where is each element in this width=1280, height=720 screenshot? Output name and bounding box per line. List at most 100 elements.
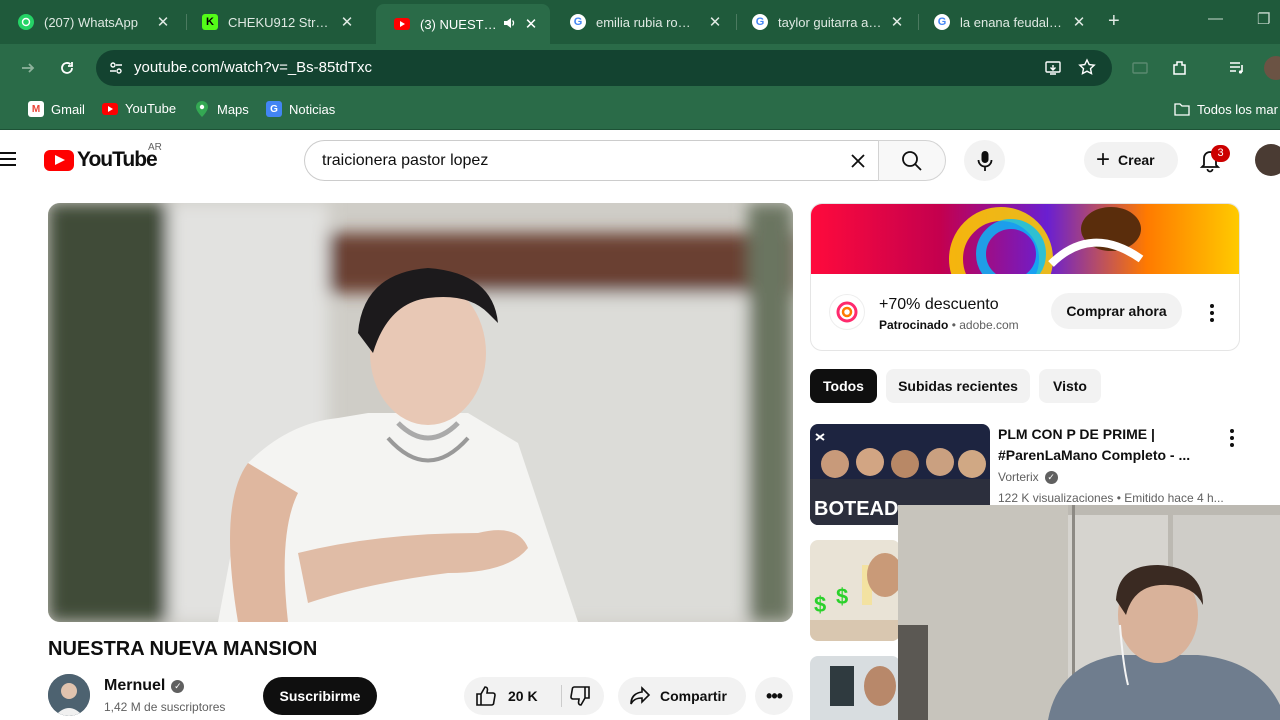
tab-whatsapp[interactable]: (207) WhatsApp ✕	[0, 6, 182, 38]
whatsapp-icon	[18, 14, 34, 30]
recommended-video[interactable]	[810, 656, 900, 720]
tab-title: CHEKU912 Stream	[228, 14, 332, 30]
ad-more-icon[interactable]	[1210, 304, 1214, 325]
close-icon[interactable]: ✕	[154, 13, 172, 31]
bookmark-label: Maps	[217, 101, 249, 117]
ad-domain: adobe.com	[959, 318, 1019, 332]
more-actions-button[interactable]: •••	[755, 677, 793, 715]
chip-visto[interactable]: Visto	[1039, 369, 1101, 403]
create-label: Crear	[1118, 152, 1155, 168]
create-button[interactable]: + Crear	[1084, 142, 1178, 178]
clear-search-icon[interactable]	[844, 147, 872, 175]
account-avatar[interactable]	[1255, 144, 1280, 176]
verified-icon: ✓	[171, 679, 185, 693]
new-tab-button[interactable]: +	[1108, 10, 1120, 33]
chip-subidas-recientes[interactable]: Subidas recientes	[886, 369, 1030, 403]
share-button[interactable]: Compartir	[618, 677, 746, 715]
thumbs-down-icon	[570, 686, 590, 706]
sponsored-label: Patrocinado	[879, 318, 949, 332]
tab-google-emilia[interactable]: G emilia rubia romba ✕	[552, 6, 734, 38]
share-label: Compartir	[660, 688, 727, 704]
forward-icon[interactable]	[16, 56, 40, 80]
reload-icon[interactable]	[55, 56, 79, 80]
plus-icon: +	[1096, 146, 1111, 173]
close-icon[interactable]: ✕	[706, 13, 724, 31]
close-icon[interactable]: ✕	[1070, 13, 1088, 31]
tab-youtube-active[interactable]: (3) NUESTRA N ✕	[376, 4, 550, 44]
search-input[interactable]: traicionera pastor lopez	[304, 140, 878, 181]
search-button[interactable]	[878, 140, 946, 181]
google-icon: G	[570, 14, 586, 30]
browser-toolbar: youtube.com/watch?v=_Bs-85tdTxc	[0, 44, 1280, 92]
tab-kick-stream[interactable]: K CHEKU912 Stream ✕	[184, 6, 366, 38]
url-text: youtube.com/watch?v=_Bs-85tdTxc	[134, 59, 373, 76]
address-bar[interactable]: youtube.com/watch?v=_Bs-85tdTxc	[96, 50, 1112, 86]
chip-todos[interactable]: Todos	[810, 369, 877, 403]
share-icon	[630, 686, 651, 705]
bookmark-gmail[interactable]: M Gmail	[28, 101, 85, 117]
subscribe-button[interactable]: Suscribirme	[263, 677, 377, 715]
video-player[interactable]	[48, 203, 793, 622]
verified-icon: ✓	[1044, 470, 1058, 484]
gmail-icon: M	[28, 101, 44, 117]
google-icon: G	[934, 14, 950, 30]
tab-title: (3) NUESTRA N	[420, 16, 498, 32]
like-dislike-group: 20 K	[464, 677, 604, 715]
bookmark-noticias[interactable]: G Noticias	[266, 101, 335, 117]
bookmark-youtube[interactable]: YouTube	[102, 101, 176, 116]
ad-cta-button[interactable]: Comprar ahora	[1051, 293, 1182, 329]
like-button[interactable]: 20 K	[474, 684, 538, 708]
voice-search-button[interactable]	[964, 140, 1005, 181]
svg-text:$: $	[814, 592, 826, 617]
logo-text: YouTube	[77, 148, 158, 171]
minimize-icon[interactable]: —	[1208, 10, 1223, 27]
tab-google-enana[interactable]: G la enana feudale - ✕	[916, 6, 1098, 38]
menu-icon[interactable]	[0, 152, 16, 166]
bookmark-maps[interactable]: Maps	[194, 101, 249, 117]
browser-tab-strip: (207) WhatsApp ✕ K CHEKU912 Stream ✕ (3)…	[0, 0, 1280, 44]
subscriber-count: 1,42 M de suscriptores	[104, 700, 226, 714]
adobe-logo-icon	[829, 294, 865, 330]
all-bookmarks-folder[interactable]: Todos los mar	[1174, 101, 1278, 117]
profile-avatar[interactable]	[1264, 56, 1280, 80]
maps-icon	[194, 101, 210, 117]
video-more-icon[interactable]	[1230, 429, 1234, 450]
site-info-icon[interactable]	[108, 60, 124, 81]
video-thumbnail[interactable]: $ $	[810, 540, 900, 641]
google-icon: G	[752, 14, 768, 30]
speaker-icon[interactable]	[502, 16, 516, 33]
dislike-button[interactable]	[568, 684, 592, 713]
recommended-title: PLM CON P DE PRIME | #ParenLaMano Comple…	[998, 426, 1191, 463]
install-app-icon[interactable]	[1044, 59, 1062, 82]
channel-name[interactable]: Mernuel ✓	[104, 677, 185, 695]
news-icon: G	[266, 101, 282, 117]
channel-avatar[interactable]	[48, 674, 90, 716]
tab-title: taylor guitarra acu	[778, 14, 882, 30]
close-icon[interactable]: ✕	[338, 13, 356, 31]
bookmark-star-icon[interactable]	[1078, 58, 1096, 81]
media-controls-icon[interactable]	[1225, 56, 1249, 80]
cast-icon[interactable]	[1128, 56, 1152, 80]
maximize-icon[interactable]: ❐	[1257, 10, 1270, 28]
youtube-logo[interactable]: YouTube AR	[44, 142, 162, 172]
ad-banner-image[interactable]	[811, 204, 1239, 311]
video-thumbnail[interactable]	[810, 656, 900, 720]
close-icon[interactable]: ✕	[522, 15, 540, 33]
sponsored-ad-card[interactable]: +70% descuento Patrocinado • adobe.com C…	[810, 203, 1240, 351]
country-code: AR	[148, 142, 162, 153]
kick-icon: K	[202, 14, 218, 30]
like-count: 20 K	[508, 688, 538, 704]
youtube-masthead: YouTube AR traicionera pastor lopez + Cr…	[0, 130, 1280, 190]
tab-title: la enana feudale -	[960, 14, 1064, 30]
search-query-text: traicionera pastor lopez	[322, 152, 489, 169]
video-title: NUESTRA NUEVA MANSION	[48, 638, 318, 660]
channel-name-text: Vorterix	[998, 470, 1039, 484]
tab-title: (207) WhatsApp	[44, 14, 138, 30]
thumbnail-caption: BOTEAD	[814, 498, 899, 520]
recommended-video[interactable]: $ $	[810, 540, 900, 641]
extensions-icon[interactable]	[1168, 56, 1192, 80]
close-icon[interactable]: ✕	[888, 13, 906, 31]
recommended-stats: 122 K visualizaciones • Emitido hace 4 h…	[998, 491, 1224, 505]
video-frame	[48, 203, 793, 622]
tab-google-taylor[interactable]: G taylor guitarra acu ✕	[734, 6, 916, 38]
